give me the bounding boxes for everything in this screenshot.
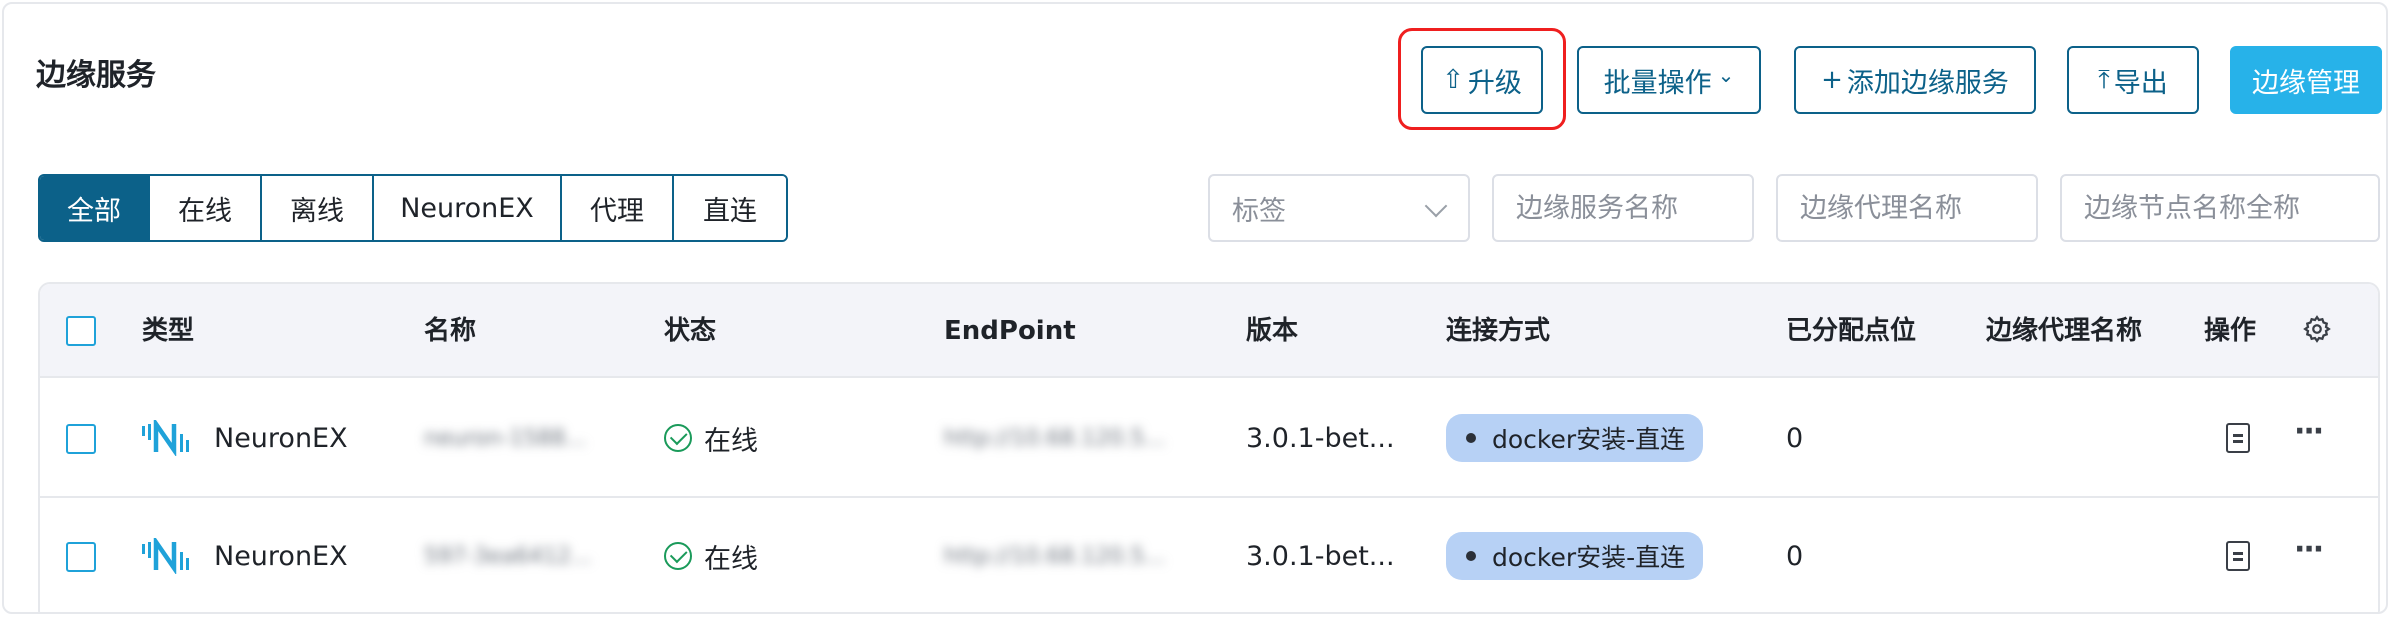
column-actions: 操作	[2204, 316, 2257, 346]
column-name: 名称	[424, 316, 477, 346]
tag-select-placeholder: 标签	[1232, 195, 1286, 227]
tab-offline[interactable]: 离线	[262, 176, 374, 240]
more-actions-cell: ···	[2294, 498, 2324, 612]
upgrade-arrow-icon: ⇧	[1442, 65, 1464, 95]
export-icon: ⤒	[2098, 64, 2110, 95]
agent-name-field[interactable]	[1776, 174, 2038, 242]
tab-all[interactable]: 全部	[40, 176, 150, 240]
connection-tag: docker安装-直连	[1446, 414, 1704, 462]
column-assigned-points: 已分配点位	[1786, 316, 1917, 346]
version-cell: 3.0.1-bet...	[1246, 422, 1395, 454]
service-name-cell[interactable]: neuron-1588...	[424, 380, 586, 496]
assigned-points-cell: 0	[1786, 422, 1804, 454]
status-label: 在线	[704, 543, 758, 575]
upgrade-button[interactable]: ⇧ 升级	[1421, 46, 1543, 114]
column-agent-name: 边缘代理名称	[1986, 316, 2143, 346]
table-row[interactable]: NeuronEX neuron-1588... 在线 http://10.68.…	[40, 380, 2378, 498]
column-version: 版本	[1246, 316, 1299, 346]
table-row[interactable]: NeuronEX 597-3ea6412... 在线 http://10.68.…	[40, 498, 2378, 612]
type-cell: NeuronEX	[142, 380, 348, 496]
connection-cell: docker安装-直连	[1446, 380, 1704, 496]
version-cell: 3.0.1-bet...	[1246, 540, 1395, 572]
service-name-input[interactable]	[1516, 192, 1752, 224]
dot-icon	[1466, 551, 1476, 561]
endpoint-cell: http://10.68.120.5...	[944, 543, 1166, 569]
status-label: 在线	[704, 425, 758, 457]
table-header: 类型 名称 状态 EndPoint 版本 连接方式 已分配点位 边缘代理名称 操…	[40, 284, 2378, 378]
page-title: 边缘服务	[36, 58, 156, 93]
neuronex-logo-icon	[142, 538, 204, 574]
upgrade-label: 升级	[1467, 67, 1522, 99]
edge-management-button[interactable]: 边缘管理	[2230, 46, 2382, 114]
connection-tag: docker安装-直连	[1446, 532, 1704, 580]
batch-operation-label: 批量操作	[1603, 67, 1712, 99]
plus-icon: +	[1821, 65, 1843, 95]
tab-direct[interactable]: 直连	[674, 176, 786, 240]
tag-select[interactable]: 标签	[1208, 174, 1470, 242]
node-name-field[interactable]	[2060, 174, 2380, 242]
type-cell: NeuronEX	[142, 498, 348, 612]
select-all-checkbox[interactable]	[66, 316, 96, 346]
row-checkbox[interactable]	[66, 424, 96, 454]
connection-tag-label: docker安装-直连	[1492, 543, 1686, 572]
connection-tag-label: docker安装-直连	[1492, 425, 1686, 454]
settings-gear-icon[interactable]	[2302, 314, 2332, 346]
export-label: 导出	[2113, 67, 2168, 99]
status-cell: 在线	[664, 380, 758, 496]
actions-cell	[2226, 498, 2250, 612]
edge-service-table: 类型 名称 状态 EndPoint 版本 连接方式 已分配点位 边缘代理名称 操…	[38, 282, 2380, 612]
edge-service-panel: 边缘服务 ⇧ 升级 批量操作 ⌄ + 添加边缘服务 ⤒ 导出 边缘管理 全部 在…	[2, 2, 2388, 614]
column-endpoint: EndPoint	[944, 316, 1076, 346]
batch-operation-button[interactable]: 批量操作 ⌄	[1577, 46, 1761, 114]
add-edge-service-button[interactable]: + 添加边缘服务	[1794, 46, 2036, 114]
tab-neuronex[interactable]: NeuronEX	[374, 176, 562, 240]
column-connection: 连接方式	[1446, 316, 1551, 346]
node-name-input[interactable]	[2084, 192, 2378, 224]
chevron-down-icon	[1424, 194, 1448, 218]
column-status: 状态	[664, 316, 717, 346]
export-button[interactable]: ⤒ 导出	[2067, 46, 2199, 114]
status-cell: 在线	[664, 498, 758, 612]
document-icon[interactable]	[2226, 423, 2250, 453]
chevron-down-icon: ⌄	[1717, 63, 1735, 87]
tab-agent[interactable]: 代理	[562, 176, 674, 240]
type-label: NeuronEX	[214, 422, 348, 454]
dot-icon	[1466, 433, 1476, 443]
edge-management-label: 边缘管理	[2252, 67, 2360, 99]
connection-cell: docker安装-直连	[1446, 498, 1704, 612]
tab-online[interactable]: 在线	[150, 176, 262, 240]
check-circle-icon	[664, 424, 692, 452]
more-icon[interactable]: ···	[2294, 417, 2324, 447]
type-label: NeuronEX	[214, 540, 348, 572]
row-checkbox[interactable]	[66, 542, 96, 572]
more-icon[interactable]: ···	[2294, 535, 2324, 565]
document-icon[interactable]	[2226, 541, 2250, 571]
actions-cell	[2226, 380, 2250, 496]
more-actions-cell: ···	[2294, 380, 2324, 496]
assigned-points-cell: 0	[1786, 540, 1804, 572]
status-filter-tabs: 全部 在线 离线 NeuronEX 代理 直连	[38, 174, 788, 242]
check-circle-icon	[664, 542, 692, 570]
agent-name-input[interactable]	[1800, 192, 2036, 224]
endpoint-cell: http://10.68.120.5...	[944, 425, 1166, 451]
service-name-field[interactable]	[1492, 174, 1754, 242]
neuronex-logo-icon	[142, 420, 204, 456]
column-type: 类型	[142, 316, 195, 346]
add-edge-service-label: 添加边缘服务	[1846, 67, 2009, 99]
service-name-cell[interactable]: 597-3ea6412...	[424, 498, 592, 612]
